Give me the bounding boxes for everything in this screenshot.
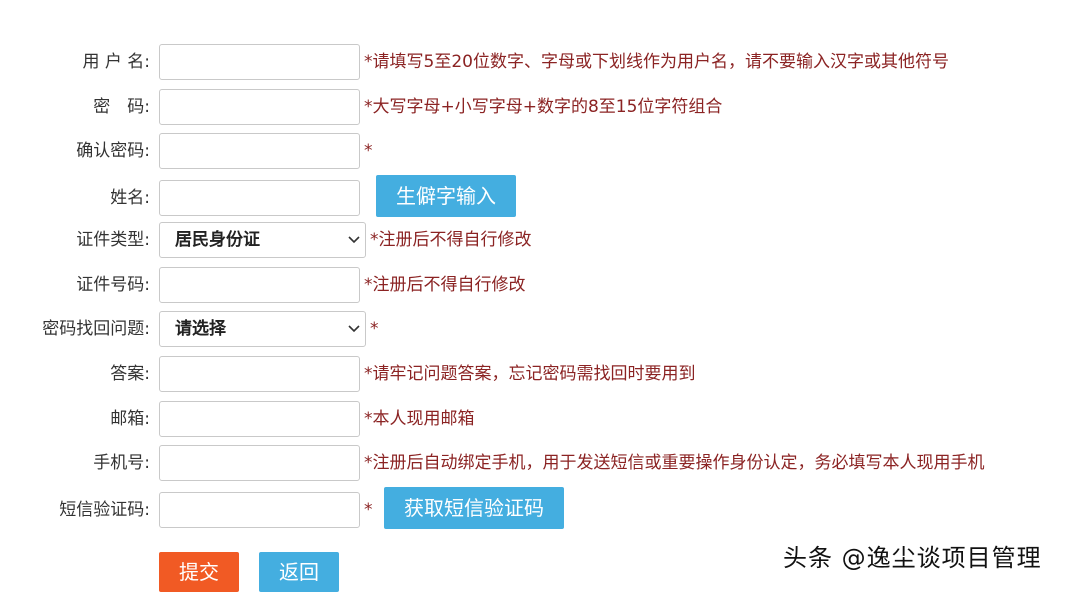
name-label: 姓名: bbox=[110, 188, 150, 208]
phone-row: 手机号: *注册后自动绑定手机，用于发送短信或重要操作身份认定，务必填写本人现用… bbox=[0, 445, 1080, 481]
username-row: 用 户 名: *请填写5至20位数字、字母或下划线作为用户名，请不要输入汉字或其… bbox=[0, 44, 1080, 80]
submit-button[interactable]: 提交 bbox=[159, 552, 239, 592]
name-row: 姓名: bbox=[0, 180, 1080, 216]
id-type-hint: *注册后不得自行修改 bbox=[370, 230, 532, 250]
id-type-label: 证件类型: bbox=[76, 230, 150, 250]
chevron-down-icon bbox=[347, 312, 361, 346]
username-hint: *请填写5至20位数字、字母或下划线作为用户名，请不要输入汉字或其他符号 bbox=[364, 52, 949, 72]
id-number-row: 证件号码: *注册后不得自行修改 bbox=[0, 267, 1080, 303]
answer-row: 答案: *请牢记问题答案，忘记密码需找回时要用到 bbox=[0, 356, 1080, 392]
back-button[interactable]: 返回 bbox=[259, 552, 339, 592]
confirm-password-hint: * bbox=[364, 141, 373, 161]
rare-char-input-button[interactable]: 生僻字输入 bbox=[376, 175, 516, 217]
id-type-selected-value: 居民身份证 bbox=[175, 230, 260, 250]
answer-hint: *请牢记问题答案，忘记密码需找回时要用到 bbox=[364, 364, 696, 384]
password-label: 密 码: bbox=[93, 97, 150, 117]
email-row: 邮箱: *本人现用邮箱 bbox=[0, 401, 1080, 437]
password-hint: *大写字母+小写字母+数字的8至15位字符组合 bbox=[364, 97, 723, 117]
sms-code-hint: * bbox=[364, 500, 373, 520]
id-number-hint: *注册后不得自行修改 bbox=[364, 275, 526, 295]
security-question-row: 密码找回问题: 请选择 * bbox=[0, 311, 1080, 347]
id-type-select[interactable]: 居民身份证 bbox=[159, 222, 366, 258]
id-number-input[interactable] bbox=[159, 267, 360, 303]
chevron-down-icon bbox=[347, 223, 361, 257]
security-question-selected-value: 请选择 bbox=[175, 319, 226, 339]
answer-input[interactable] bbox=[159, 356, 360, 392]
confirm-password-input[interactable] bbox=[159, 133, 360, 169]
username-input[interactable] bbox=[159, 44, 360, 80]
confirm-password-row: 确认密码: * bbox=[0, 133, 1080, 169]
phone-input[interactable] bbox=[159, 445, 360, 481]
security-question-label: 密码找回问题: bbox=[42, 319, 150, 339]
id-type-row: 证件类型: 居民身份证 *注册后不得自行修改 bbox=[0, 222, 1080, 258]
phone-label: 手机号: bbox=[93, 453, 150, 473]
answer-label: 答案: bbox=[110, 364, 150, 384]
security-question-select[interactable]: 请选择 bbox=[159, 311, 366, 347]
username-label: 用 户 名: bbox=[82, 52, 150, 72]
email-input[interactable] bbox=[159, 401, 360, 437]
get-sms-code-button[interactable]: 获取短信验证码 bbox=[384, 487, 564, 529]
password-input[interactable] bbox=[159, 89, 360, 125]
id-number-label: 证件号码: bbox=[76, 275, 150, 295]
name-input[interactable] bbox=[159, 180, 360, 216]
sms-code-input[interactable] bbox=[159, 492, 360, 528]
security-question-hint: * bbox=[370, 319, 379, 339]
sms-code-label: 短信验证码: bbox=[59, 500, 150, 520]
email-label: 邮箱: bbox=[110, 409, 150, 429]
password-row: 密 码: *大写字母+小写字母+数字的8至15位字符组合 bbox=[0, 89, 1080, 125]
email-hint: *本人现用邮箱 bbox=[364, 409, 475, 429]
confirm-password-label: 确认密码: bbox=[76, 141, 150, 161]
phone-hint: *注册后自动绑定手机，用于发送短信或重要操作身份认定，务必填写本人现用手机 bbox=[364, 453, 985, 473]
watermark: 头条 @逸尘谈项目管理 bbox=[783, 544, 1042, 572]
